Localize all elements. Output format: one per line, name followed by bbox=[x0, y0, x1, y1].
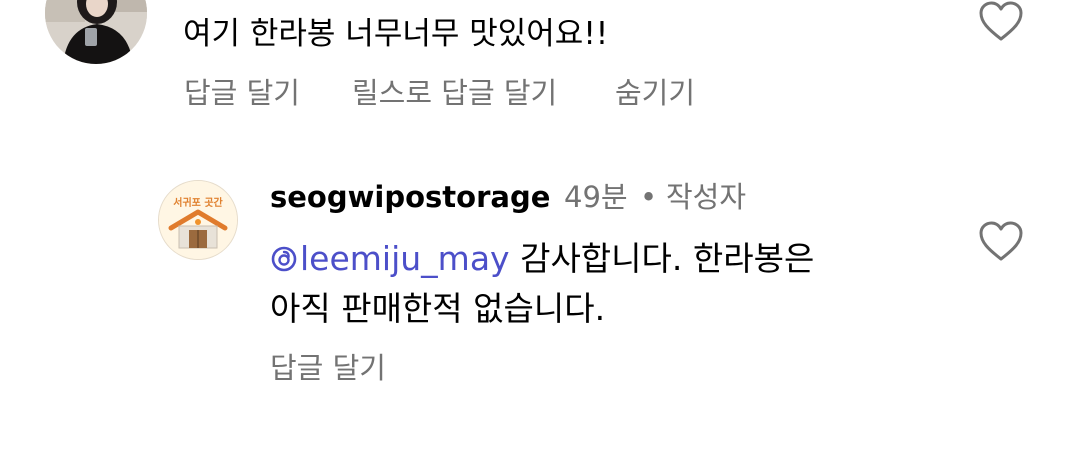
reply-text-line2: 아직 판매한적 없습니다. bbox=[270, 289, 606, 328]
svg-text:서귀포 곳간: 서귀포 곳간 bbox=[173, 196, 223, 209]
reply-with-reels-button[interactable]: 릴스로 답글 달기 bbox=[352, 73, 557, 113]
author-badge: 작성자 bbox=[666, 180, 747, 214]
like-reply-button[interactable] bbox=[978, 220, 1024, 262]
mention-link[interactable]: leemiju_may bbox=[270, 239, 510, 278]
mention-username[interactable]: leemiju_may bbox=[300, 239, 510, 278]
like-comment-button[interactable] bbox=[978, 0, 1024, 42]
heart-outline-icon bbox=[979, 221, 1023, 261]
store-logo-icon: 서귀포 곳간 bbox=[159, 181, 237, 259]
author-avatar[interactable]: 서귀포 곳간 bbox=[158, 180, 238, 260]
comment-text: 여기 한라봉 너무너무 맛있어요!! bbox=[183, 16, 609, 52]
reply-text-line1: 감사합니다. 한라봉은 bbox=[520, 239, 815, 278]
meta-separator: • bbox=[640, 180, 658, 214]
heart-outline-icon bbox=[979, 1, 1023, 41]
reply-text: leemiju_may 감사합니다. 한라봉은 아직 판매한적 없습니다. bbox=[270, 234, 910, 334]
reply-to-reply-button[interactable]: 답글 달기 bbox=[270, 348, 386, 388]
commenter-avatar[interactable] bbox=[45, 0, 147, 64]
reply-time: 49분 bbox=[564, 180, 628, 214]
commenter-photo bbox=[45, 0, 147, 64]
hide-replies-button[interactable]: 숨기기 bbox=[615, 73, 695, 113]
reply-button[interactable]: 답글 달기 bbox=[184, 73, 300, 113]
threads-icon bbox=[271, 246, 297, 272]
reply-username[interactable]: seogwipostorage bbox=[270, 177, 550, 217]
